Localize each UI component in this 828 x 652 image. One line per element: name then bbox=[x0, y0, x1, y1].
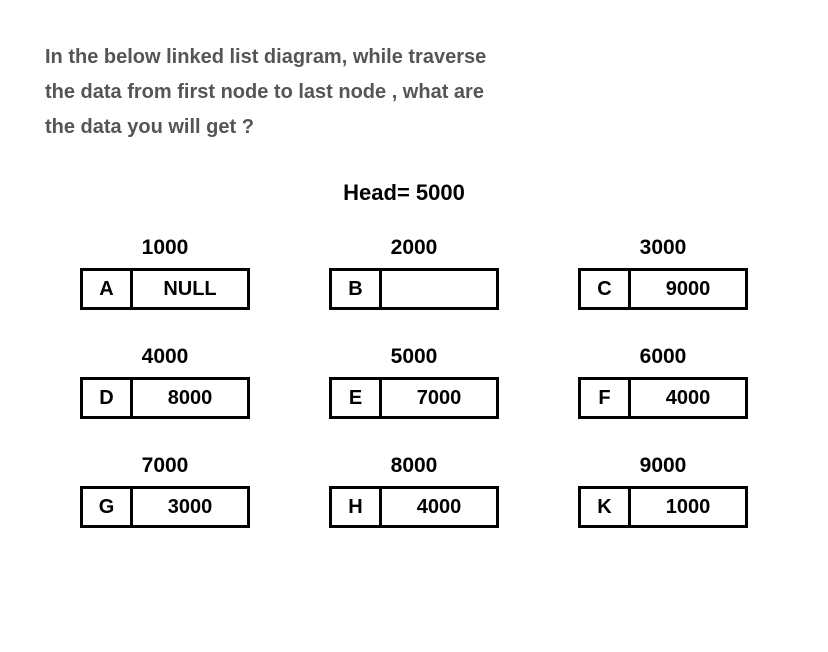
question-text: In the below linked list diagram, while … bbox=[45, 40, 783, 145]
node-address: 8000 bbox=[391, 454, 438, 478]
node-data: H bbox=[332, 489, 382, 525]
node-box: G 3000 bbox=[80, 486, 250, 528]
node-next: 1000 bbox=[631, 489, 745, 525]
node-data: B bbox=[332, 271, 382, 307]
head-pointer-label: Head= 5000 bbox=[25, 180, 783, 206]
node-row: 1000 A NULL 2000 B 3000 C 9000 bbox=[45, 236, 783, 310]
linked-list-grid: 1000 A NULL 2000 B 3000 C 9000 4000 D bbox=[45, 236, 783, 528]
node-data: F bbox=[581, 380, 631, 416]
node-address: 3000 bbox=[640, 236, 687, 260]
node-group: 5000 E 7000 bbox=[324, 345, 504, 419]
node-box: B bbox=[329, 268, 499, 310]
question-line-2: the data from first node to last node , … bbox=[45, 75, 783, 110]
node-group: 9000 K 1000 bbox=[573, 454, 753, 528]
node-group: 1000 A NULL bbox=[75, 236, 255, 310]
node-box: F 4000 bbox=[578, 377, 748, 419]
node-group: 4000 D 8000 bbox=[75, 345, 255, 419]
node-next: 7000 bbox=[382, 380, 496, 416]
node-address: 9000 bbox=[640, 454, 687, 478]
node-data: G bbox=[83, 489, 133, 525]
node-box: E 7000 bbox=[329, 377, 499, 419]
node-address: 1000 bbox=[142, 236, 189, 260]
node-box: H 4000 bbox=[329, 486, 499, 528]
node-next: 4000 bbox=[382, 489, 496, 525]
node-data: A bbox=[83, 271, 133, 307]
node-data: K bbox=[581, 489, 631, 525]
node-group: 7000 G 3000 bbox=[75, 454, 255, 528]
node-address: 6000 bbox=[640, 345, 687, 369]
node-next: 8000 bbox=[133, 380, 247, 416]
node-address: 5000 bbox=[391, 345, 438, 369]
question-line-1: In the below linked list diagram, while … bbox=[45, 40, 783, 75]
node-box: A NULL bbox=[80, 268, 250, 310]
node-address: 4000 bbox=[142, 345, 189, 369]
node-data: C bbox=[581, 271, 631, 307]
node-next: 4000 bbox=[631, 380, 745, 416]
node-box: D 8000 bbox=[80, 377, 250, 419]
node-group: 2000 B bbox=[324, 236, 504, 310]
question-line-3: the data you will get ? bbox=[45, 110, 783, 145]
node-address: 7000 bbox=[142, 454, 189, 478]
node-data: D bbox=[83, 380, 133, 416]
node-box: C 9000 bbox=[578, 268, 748, 310]
node-row: 4000 D 8000 5000 E 7000 6000 F 4000 bbox=[45, 345, 783, 419]
node-group: 8000 H 4000 bbox=[324, 454, 504, 528]
node-next: NULL bbox=[133, 271, 247, 307]
node-row: 7000 G 3000 8000 H 4000 9000 K 1000 bbox=[45, 454, 783, 528]
node-next bbox=[382, 271, 496, 307]
node-box: K 1000 bbox=[578, 486, 748, 528]
node-address: 2000 bbox=[391, 236, 438, 260]
node-next: 9000 bbox=[631, 271, 745, 307]
node-next: 3000 bbox=[133, 489, 247, 525]
node-group: 6000 F 4000 bbox=[573, 345, 753, 419]
node-data: E bbox=[332, 380, 382, 416]
node-group: 3000 C 9000 bbox=[573, 236, 753, 310]
